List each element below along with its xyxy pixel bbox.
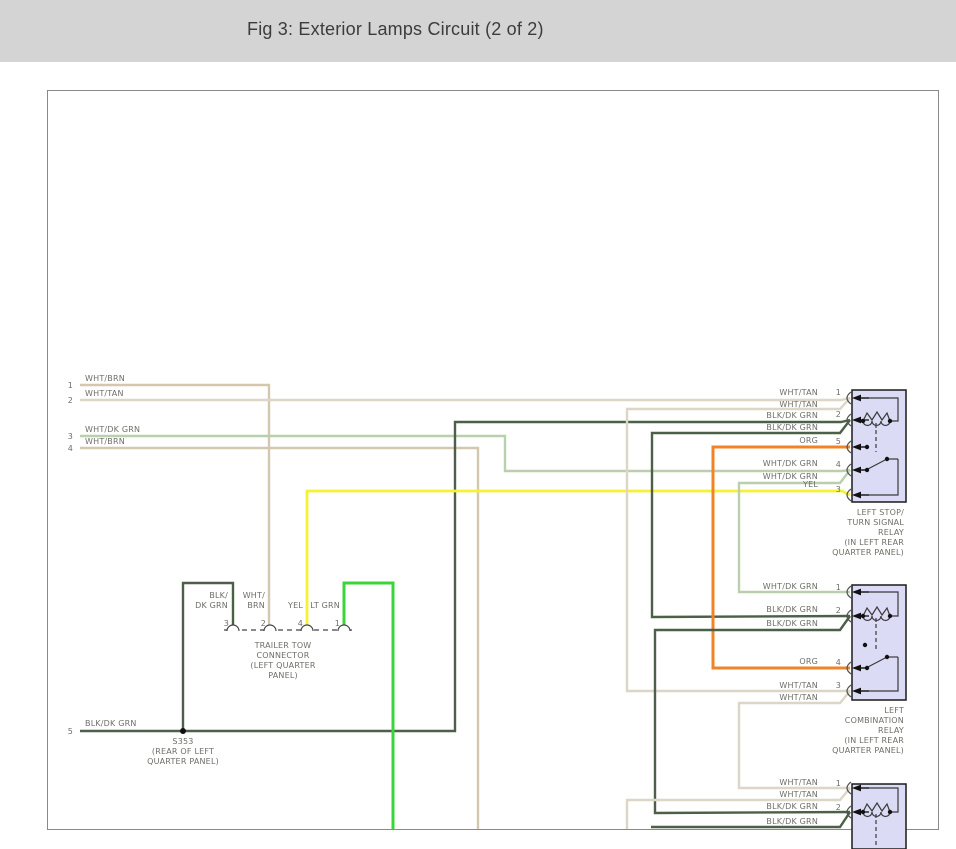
wire-left1-wht-brn (80, 385, 269, 628)
wire-label: RELAY (878, 726, 904, 736)
wire-label: WHT/DK GRN (85, 425, 140, 435)
wire-r1p4-to-r2p1-wht-dkgrn (739, 470, 850, 592)
wire-r2p2-to-r3p2-blk-dkgrn (655, 616, 850, 813)
wire-label: LEFT STOP/ (857, 508, 904, 518)
wire-label: LEFT (884, 706, 904, 716)
wire-label: S353 (172, 737, 193, 747)
wire-label: WHT/TAN (779, 778, 818, 788)
wire-label: 2 (68, 396, 73, 406)
wire-label: WHT/TAN (779, 388, 818, 398)
wire-label: 3 (68, 432, 73, 442)
wire-left3-wht-dkgrn (80, 436, 850, 471)
wire-label: 3 (224, 619, 229, 629)
wire-label: 4 (298, 619, 303, 629)
wire-label: BLK/DK GRN (766, 802, 818, 812)
wire-left5-blk-dkgrn (80, 420, 850, 731)
wire-label: 4 (836, 658, 841, 668)
wire-label: WHT/BRN (85, 437, 125, 447)
wire-label: (IN LEFT REAR (844, 736, 904, 746)
wire-label: (REAR OF LEFT (152, 747, 214, 757)
wire-label: BLK/DK GRN (766, 423, 818, 433)
wire-label: 2 (836, 606, 841, 616)
wire-label: BRN (247, 601, 265, 611)
wire-left2-wht-tan (80, 398, 850, 400)
wire-label: YEL (288, 601, 303, 611)
wire-label: 3 (836, 485, 841, 495)
wire-r1p2-to-r2p2-blk-dkgrn (652, 420, 850, 617)
wire-label: TRAILER TOW (255, 641, 312, 651)
wire-label: 1 (68, 381, 73, 391)
wire-label: 5 (68, 727, 73, 737)
wire-label: 1 (836, 779, 841, 789)
wire-label: QUARTER PANEL) (832, 746, 904, 756)
wire-label: QUARTER PANEL) (832, 548, 904, 558)
wire-label: 2 (261, 619, 266, 629)
wire-label: 1 (335, 619, 340, 629)
wire-label: COMBINATION (845, 716, 904, 726)
wire-label: DK GRN (195, 601, 228, 611)
wire-label: 1 (836, 388, 841, 398)
wire-label: YEL (803, 480, 818, 490)
wire-label: 2 (836, 410, 841, 420)
wire-label: WHT/TAN (779, 681, 818, 691)
wire-label: 5 (836, 437, 841, 447)
wire-label: 4 (68, 444, 73, 454)
wire-r3p2-left-blk-dkgrn (651, 812, 850, 827)
wire-label: ORG (799, 436, 818, 446)
wire-label: RELAY (878, 528, 904, 538)
wire-label: (LEFT QUARTER (250, 661, 315, 671)
wire-label: BLK/DK GRN (766, 817, 818, 827)
wire-label: WHT/DK GRN (763, 459, 818, 469)
wire-label: BLK/DK GRN (85, 719, 137, 729)
wire-tt1-lt-grn (344, 583, 393, 829)
wire-label: WHT/DK GRN (763, 582, 818, 592)
wire-label: ORG (799, 657, 818, 667)
wire-label: PANEL) (268, 671, 298, 681)
wire-label: WHT/TAN (779, 790, 818, 800)
wire-label: CONNECTOR (256, 651, 309, 661)
wire-label: LT GRN (310, 601, 340, 611)
wire-label: BLK/DK GRN (766, 411, 818, 421)
wire-label: BLK/DK GRN (766, 605, 818, 615)
wire-label: WHT/BRN (85, 374, 125, 384)
wire-label: QUARTER PANEL) (147, 757, 219, 767)
wire-label: WHT/TAN (779, 400, 818, 410)
wire-label: 2 (836, 803, 841, 813)
wire-label: 1 (836, 583, 841, 593)
wire-label: (IN LEFT REAR (844, 538, 904, 548)
wire-label: WHT/TAN (85, 389, 124, 399)
wire-label: BLK/DK GRN (766, 619, 818, 629)
wire-label: 4 (836, 460, 841, 470)
wire-label: WHT/ (243, 591, 265, 601)
wire-label: BLK/ (209, 591, 228, 601)
wire-label: 3 (836, 681, 841, 691)
wire-left4-wht-brn (80, 448, 478, 829)
splice-dot (180, 728, 186, 734)
wire-label: WHT/TAN (779, 693, 818, 703)
wire-label: TURN SIGNAL (847, 518, 904, 528)
wire-r2p3-to-r3p1-wht-tan (739, 691, 850, 788)
